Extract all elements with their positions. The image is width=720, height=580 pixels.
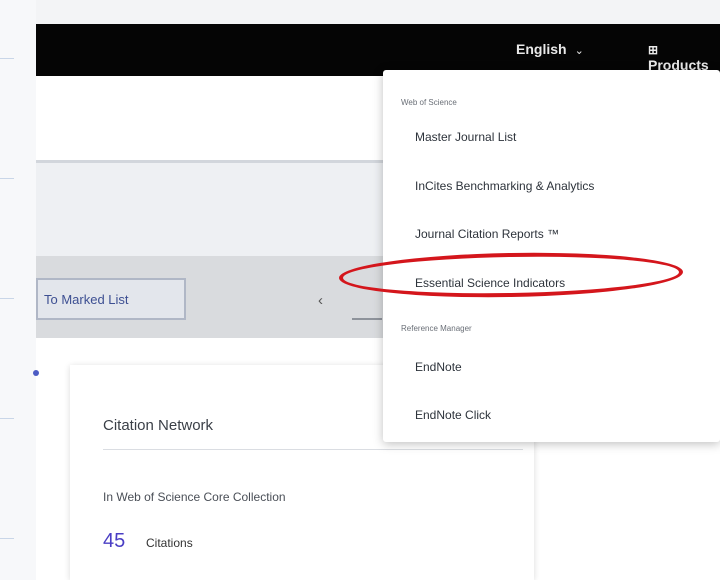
grid-icon: ⊞ [648,43,659,57]
collection-label: In Web of Science Core Collection [103,490,286,504]
add-to-marked-list-button[interactable]: To Marked List [36,278,186,320]
menu-item-journal-citation-reports[interactable]: Journal Citation Reports ™ [415,227,559,241]
left-page-strip [0,0,36,580]
citation-count[interactable]: 45 [103,530,125,553]
previous-icon[interactable]: ‹ [318,292,323,309]
menu-section-web-of-science: Web of Science [401,98,457,107]
menu-item-endnote[interactable]: EndNote [415,360,462,374]
menu-section-reference-manager: Reference Manager [401,324,472,333]
strip-tick [0,418,14,419]
strip-tick [0,58,14,59]
language-label: English [516,41,567,57]
citations-label: Citations [146,536,193,550]
indicator-dot [33,370,39,376]
card-divider [103,449,523,450]
marked-list-label: To Marked List [44,291,129,307]
card-title: Citation Network [103,417,214,434]
top-navigation-bar: English ⌄ ⊞Products [36,24,720,76]
menu-item-master-journal-list[interactable]: Master Journal List [415,130,516,144]
language-selector[interactable]: English ⌄ [516,41,584,57]
nav-underline [352,318,382,320]
strip-tick [0,298,14,299]
strip-tick [0,178,14,179]
chevron-down-icon: ⌄ [574,45,584,57]
menu-item-endnote-click[interactable]: EndNote Click [415,408,491,422]
products-menu-button[interactable]: ⊞Products [648,41,720,73]
strip-tick [0,538,14,539]
menu-item-incites[interactable]: InCites Benchmarking & Analytics [415,179,594,193]
